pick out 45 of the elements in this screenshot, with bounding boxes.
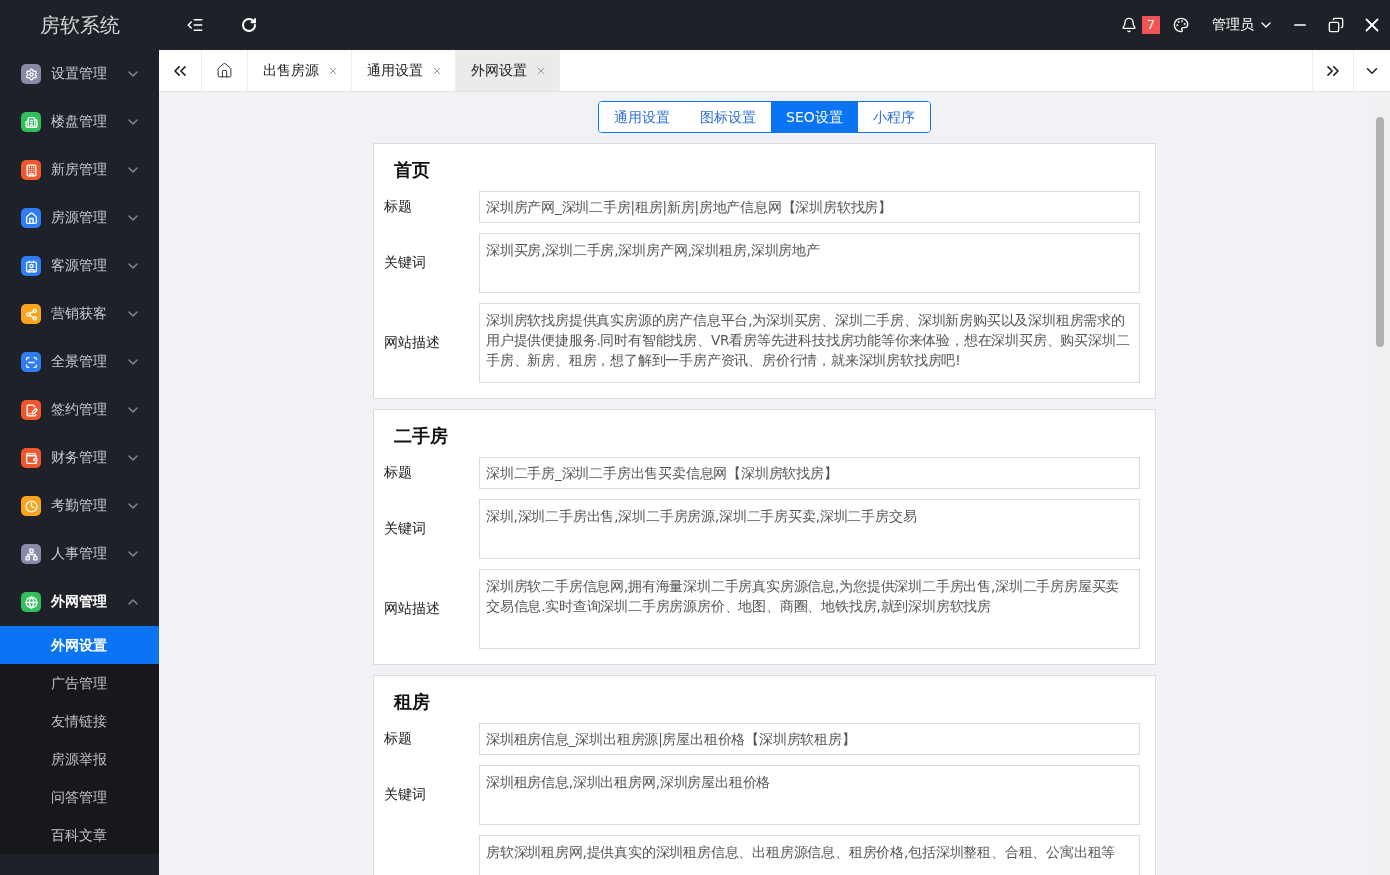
keywords-field[interactable]: 深圳,深圳二手房出售,深圳二手房房源,深圳二手房买卖,深圳二手房交易 [479,499,1140,559]
scrollbar[interactable] [1370,92,1390,875]
submenu-item[interactable]: 外网设置 [0,626,159,664]
sidebar-item[interactable]: 设置管理 [0,50,159,98]
sidebar-item[interactable]: 全景管理 [0,338,159,386]
submenu-item[interactable]: 友情链接 [0,702,159,740]
sidebar-item[interactable]: 新房管理 [0,146,159,194]
field-label: 网站描述 [384,600,441,618]
field-label: 标题 [384,198,413,216]
field-label: 关键词 [384,786,427,804]
field-label: 关键词 [384,520,427,538]
sidebar-item[interactable]: 外网管理 [0,578,159,626]
title-field[interactable]: 深圳租房信息_深圳出租房源|房屋出租价格【深圳房软租房】 [479,723,1140,755]
sidebar-item[interactable]: 楼盘管理 [0,98,159,146]
tab[interactable]: 外网设置 [456,50,560,91]
submenu-item[interactable]: 广告管理 [0,664,159,702]
scroll-right-icon[interactable] [1312,50,1354,91]
description-field[interactable]: 深圳房软找房提供真实房源的房产信息平台,为深圳买房、深圳二手房、深圳新房购买以及深圳租房需求的用户提供便捷服务.同时有智能找房、VR看房等先进科技找房功能等你来体验，想在深圳买房、购买深圳二手房、新房、租房，想了解到一手房产资讯、房价行情，就来深圳房软找房吧! [479,303,1140,383]
sidebar-item[interactable]: 客源管理 [0,242,159,290]
notification-badge: 7 [1141,16,1160,34]
title-field[interactable]: 深圳房产网_深圳二手房|租房|新房|房地产信息网【深圳房软找房】 [479,191,1140,223]
sidebar-item[interactable]: 营销获客 [0,290,159,338]
field-label: 关键词 [384,254,427,272]
section-title: 租房 [392,690,431,714]
section-title: 二手房 [393,424,449,448]
sidebar-item[interactable]: 人事管理 [0,530,159,578]
sidebar-item[interactable]: 考勤管理 [0,482,159,530]
description-field[interactable]: 深圳房软二手房信息网,拥有海量深圳二手房真实房源信息,为您提供深圳二手房出售,深圳二手房房屋买卖交易信息.实时查询深圳二手房房源房价、地图、商圈、地铁找房,就到深圳房软找房 [479,569,1140,649]
user-menu[interactable]: 管理员 [1212,16,1274,34]
segment-tab[interactable]: SEO设置 [771,102,858,132]
sidebar-item[interactable]: 签约管理 [0,386,159,434]
keywords-field[interactable]: 深圳买房,深圳二手房,深圳房产网,深圳租房,深圳房地产 [479,233,1140,293]
sidebar-item[interactable]: 财务管理 [0,434,159,482]
section-title: 首页 [393,158,431,182]
field-label: 标题 [384,464,413,482]
submenu-item[interactable]: 百科文章 [0,816,159,854]
submenu-item[interactable]: 问答管理 [0,778,159,816]
sidebar-item[interactable]: 房源管理 [0,194,159,242]
field-label: 标题 [384,730,413,748]
field-label: 网站描述 [384,334,441,352]
submenu-item[interactable]: 房源举报 [0,740,159,778]
title-field[interactable]: 深圳二手房_深圳二手房出售买卖信息网【深圳房软找房】 [479,457,1140,489]
description-field[interactable]: 房软深圳租房网,提供真实的深圳租房信息、出租房源信息、租房价格,包括深圳整租、合租、公寓出租等 [479,835,1140,875]
keywords-field[interactable]: 深圳租房信息,深圳出租房网,深圳房屋出租价格 [479,765,1140,825]
app-logo: 房软系统 [38,11,121,39]
